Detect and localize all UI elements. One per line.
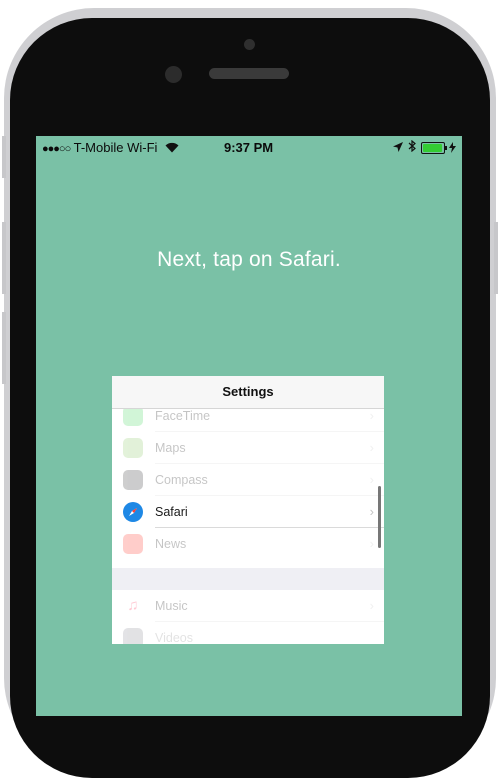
volume-down-button (2, 312, 6, 384)
signal-strength-icon: ●●●○○ (42, 143, 71, 155)
settings-row-videos: Videos (112, 622, 384, 644)
settings-row-safari[interactable]: Safari › (112, 496, 384, 528)
battery-level (423, 143, 442, 152)
safari-icon (123, 502, 143, 522)
group-separator (112, 568, 384, 590)
charging-bolt-icon (449, 142, 456, 153)
settings-row-news: News › (112, 528, 384, 560)
status-left: ●●●○○ T-Mobile Wi-Fi (42, 140, 179, 156)
music-icon: ♫ (123, 596, 143, 616)
news-icon (123, 534, 143, 554)
battery-icon (421, 141, 456, 154)
settings-row-compass: Compass › (112, 464, 384, 496)
settings-row-label: Compass (155, 473, 208, 487)
location-arrow-icon (393, 140, 403, 155)
settings-row-label: Videos (155, 631, 193, 644)
chevron-right-icon: › (369, 472, 374, 487)
settings-row-label: Safari (155, 505, 188, 519)
bluetooth-icon (408, 139, 416, 155)
scrollbar[interactable] (378, 486, 381, 548)
facetime-icon (123, 406, 143, 426)
front-camera (244, 39, 255, 50)
instruction-text: Next, tap on Safari. (157, 248, 341, 271)
carrier-label: T-Mobile Wi-Fi (73, 140, 158, 155)
settings-title: Settings (112, 376, 384, 409)
mute-switch (2, 136, 6, 178)
battery-body (421, 141, 445, 154)
battery-cap (445, 145, 447, 150)
chevron-right-icon: › (369, 536, 374, 551)
chevron-right-icon: › (369, 504, 374, 519)
maps-icon (123, 438, 143, 458)
status-time: 9:37 PM (224, 140, 274, 155)
volume-up-button (2, 222, 6, 294)
earpiece-speaker (209, 68, 289, 79)
settings-row-maps: Maps › (112, 432, 384, 464)
settings-row-music: ♫ Music › (112, 590, 384, 622)
settings-row-label: Maps (155, 441, 186, 455)
settings-row-label: News (155, 537, 187, 551)
videos-icon (123, 628, 143, 644)
compass-icon (123, 470, 143, 490)
status-right (393, 139, 456, 155)
settings-preview: Settings FaceTime › Maps › Compass › Saf… (112, 376, 384, 644)
status-bar: ●●●○○ T-Mobile Wi-Fi 9:37 PM (36, 136, 462, 158)
settings-row-label: Music (155, 599, 188, 613)
chevron-right-icon: › (369, 598, 374, 613)
chevron-right-icon: › (369, 440, 374, 455)
phone-screen: ●●●○○ T-Mobile Wi-Fi 9:37 PM Next, tap o… (36, 136, 462, 716)
power-button (494, 222, 498, 294)
proximity-sensor (165, 66, 182, 83)
wifi-icon (165, 141, 179, 156)
